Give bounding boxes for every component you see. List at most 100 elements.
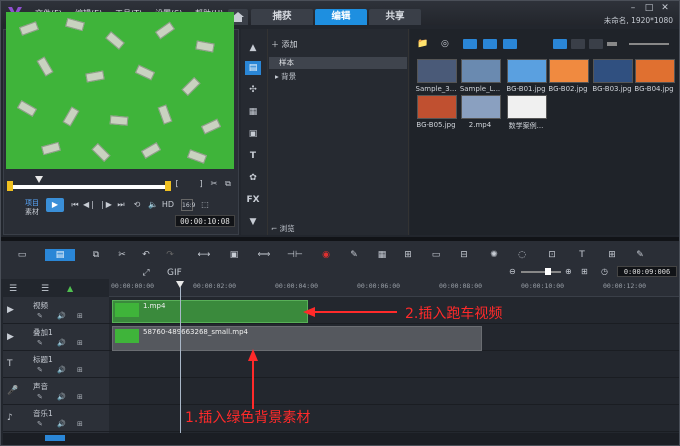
library-item-label[interactable]: Sample_3... <box>411 85 461 93</box>
chapter-icon[interactable]: ☰ <box>41 284 49 294</box>
record-screen-icon[interactable]: ◉ <box>319 249 333 261</box>
library-item-label[interactable]: 数学案例... <box>501 121 551 131</box>
zoom-timecode[interactable]: 0:00:09:006 <box>617 266 677 277</box>
tree-item-sample[interactable]: 样本 <box>269 57 407 69</box>
voice-lane[interactable] <box>109 378 679 405</box>
video-thumb[interactable] <box>461 59 501 83</box>
motion-icon[interactable]: ✎ <box>347 249 361 261</box>
visibility-icon[interactable]: ⊞ <box>77 312 83 320</box>
track-header[interactable] <box>3 351 109 378</box>
redo-icon[interactable]: ↷ <box>163 249 177 261</box>
trim-start-handle[interactable] <box>7 181 13 191</box>
video-thumb[interactable] <box>417 59 457 83</box>
overlay-clip[interactable]: 58760-489663268_small.mp4 <box>112 326 482 351</box>
image-thumb[interactable] <box>549 59 589 83</box>
close-icon[interactable]: ✕ <box>659 3 671 13</box>
import-folder-icon[interactable]: 📁 <box>417 39 428 49</box>
media-library-icon[interactable]: ▤ <box>245 61 261 75</box>
lock-icon[interactable]: ✎ <box>37 366 43 374</box>
mute-icon[interactable]: 🔊 <box>57 312 66 320</box>
add-folder-button[interactable]: ＋ 添加 <box>271 39 298 50</box>
maximize-icon[interactable]: □ <box>643 3 655 13</box>
split-clip-icon[interactable]: ✂ <box>209 178 219 190</box>
ripple-edit-icon[interactable]: ▲ <box>67 284 73 293</box>
undo-icon[interactable]: ↶ <box>139 249 153 261</box>
image-thumb[interactable] <box>417 95 457 119</box>
library-item-label[interactable]: BG-B02.jpg <box>543 85 593 93</box>
visibility-icon[interactable]: ⊞ <box>77 339 83 347</box>
thumbnail-size-slider[interactable] <box>629 43 669 45</box>
view-details-button[interactable] <box>589 39 603 49</box>
filter-video-button[interactable] <box>463 39 477 49</box>
text-icon[interactable]: T <box>245 149 261 163</box>
play-button[interactable]: ▶ <box>46 198 64 212</box>
mark-in-button[interactable]: [ <box>173 178 181 190</box>
zoom-out-icon[interactable]: ⊖ <box>509 267 516 276</box>
audio-tool-icon[interactable]: ⊞ <box>605 249 619 261</box>
title-track-icon[interactable]: T <box>7 359 13 369</box>
mute-icon[interactable]: 🔊 <box>57 393 66 401</box>
graphics-icon[interactable]: ✿ <box>245 171 261 185</box>
horizontal-scrollbar[interactable] <box>45 435 65 441</box>
mark-out-button[interactable]: ] <box>197 178 205 190</box>
title-lane[interactable] <box>109 351 679 378</box>
skip-end-icon[interactable]: ⏭ <box>115 199 127 211</box>
trim-icon[interactable]: ⊣⊢ <box>287 249 303 261</box>
library-item-label[interactable]: Sample_L... <box>455 85 505 93</box>
expand-icon[interactable]: ⤢ <box>139 267 153 279</box>
volume-icon[interactable]: 🔈 <box>147 199 159 211</box>
record-icon[interactable]: ◎ <box>441 39 449 49</box>
view-list-button[interactable] <box>571 39 585 49</box>
zoom-in-icon[interactable]: ⊕ <box>565 267 572 276</box>
aspect-icon[interactable]: ▣ <box>227 249 241 261</box>
lock-icon[interactable]: ✎ <box>37 393 43 401</box>
image-thumb[interactable] <box>635 59 675 83</box>
track-header[interactable] <box>3 297 109 324</box>
image-thumb[interactable] <box>593 59 633 83</box>
title-tool-icon[interactable]: T <box>575 249 589 261</box>
fit-project-icon[interactable]: ⟷ <box>197 249 211 261</box>
image-thumb[interactable] <box>507 95 547 119</box>
paint-icon[interactable]: ✎ <box>633 249 647 261</box>
hd-button[interactable]: HD <box>161 199 175 211</box>
fx-icon[interactable]: FX <box>245 193 261 207</box>
stabilize-icon[interactable]: ⊡ <box>545 249 559 261</box>
clock-icon[interactable]: ◷ <box>601 267 608 276</box>
scroll-down-icon[interactable]: ▼ <box>245 215 261 229</box>
transition-icon-2[interactable]: ◌ <box>515 249 529 261</box>
library-item-label[interactable]: BG-B04.jpg <box>629 85 679 93</box>
video-thumb[interactable] <box>461 95 501 119</box>
enlarge-preview-icon[interactable]: ⧉ <box>223 178 233 190</box>
trim-end-handle[interactable] <box>165 181 171 191</box>
track-header[interactable] <box>3 324 109 351</box>
storyboard-view-icon[interactable]: ▭ <box>15 249 29 261</box>
skip-start-icon[interactable]: ⏮ <box>69 199 81 211</box>
zoom-slider[interactable] <box>521 271 561 273</box>
tab-capture[interactable]: 捕获 <box>251 9 313 25</box>
tools-icon[interactable]: ✂ <box>115 249 129 261</box>
video-clip[interactable]: 1.mp4 <box>112 300 308 323</box>
preview-timecode[interactable]: 00:00:10:08 <box>175 215 235 227</box>
library-item-label[interactable]: BG-B05.jpg <box>411 121 461 129</box>
next-frame-icon[interactable]: ❘▶ <box>99 199 112 211</box>
gif-icon[interactable]: GIF <box>167 267 182 279</box>
view-thumbnail-button[interactable] <box>553 39 567 49</box>
mute-icon[interactable]: 🔊 <box>57 339 66 347</box>
music-track-icon[interactable]: ♪ <box>7 413 13 423</box>
fit-timeline-icon[interactable]: ⊞ <box>581 267 588 276</box>
voice-track-icon[interactable]: 🎤 <box>7 386 18 396</box>
image-thumb[interactable] <box>507 59 547 83</box>
sort-icon[interactable] <box>607 42 617 46</box>
split-icon[interactable]: ⟺ <box>257 249 271 261</box>
scroll-up-icon[interactable]: ▲ <box>245 41 261 55</box>
browse-button[interactable]: ⌐ 浏览 <box>271 223 295 234</box>
aspect-ratio-icon[interactable]: 16:9 <box>181 199 195 211</box>
lock-icon[interactable]: ✎ <box>37 420 43 428</box>
visibility-icon[interactable]: ⊞ <box>77 366 83 374</box>
filter-audio-button[interactable] <box>503 39 517 49</box>
tab-share[interactable]: 共享 <box>369 9 421 25</box>
lock-icon[interactable]: ✎ <box>37 339 43 347</box>
copy-clip-icon[interactable]: ⧉ <box>89 249 103 261</box>
library-item-label[interactable]: 2.mp4 <box>455 121 505 129</box>
minimize-icon[interactable]: – <box>627 3 639 13</box>
